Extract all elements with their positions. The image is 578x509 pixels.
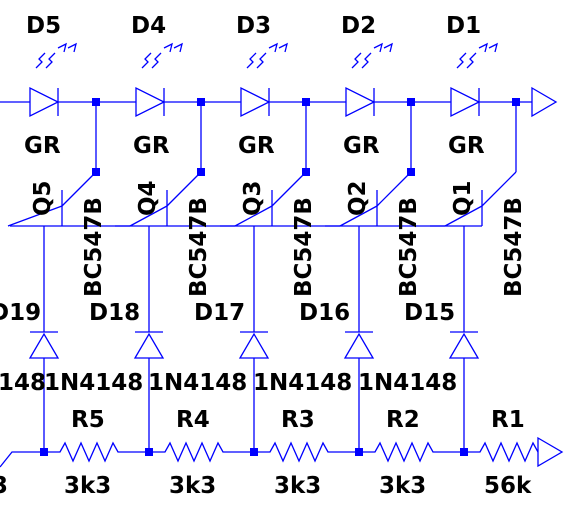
led-d4 [135, 42, 183, 118]
led-name: D1 [446, 13, 481, 39]
transistor-name: Q1 [450, 180, 476, 216]
led-name: D5 [26, 13, 61, 39]
junction-dot [355, 448, 363, 456]
led-value: GR [24, 133, 61, 159]
transistor-name: Q3 [240, 180, 266, 216]
diode-name: D16 [299, 300, 350, 326]
resistor-name: R3 [281, 407, 315, 433]
led-value: GR [343, 133, 380, 159]
resistor-value: 3k3 [274, 473, 321, 499]
junction-dot [145, 448, 153, 456]
light-arrow-icon [351, 52, 362, 69]
transistor-name: Q2 [345, 180, 371, 216]
diode-name: D18 [89, 300, 140, 326]
resistor-r4 [149, 441, 254, 463]
transistor-q4 [115, 171, 235, 227]
led-d3 [240, 42, 288, 118]
led-value: GR [238, 133, 275, 159]
schematic-canvas: D5 D4 D3 D2 D1 GR GR GR GR GR Q5 Q4 Q3 Q… [0, 0, 578, 509]
led-value: GR [133, 133, 170, 159]
transistor-value: BC547B [396, 197, 422, 297]
junction-dot [460, 448, 468, 456]
diode-value: 1N4148 [253, 370, 352, 396]
resistor-r2 [359, 441, 464, 463]
diode-name: D17 [194, 300, 245, 326]
led-d1 [450, 42, 498, 118]
diode-name: D19 [0, 300, 41, 326]
resistor-value: 3k3 [379, 473, 426, 499]
light-arrow-icon [141, 52, 152, 69]
transistor-q5 [7, 171, 130, 227]
resistor-r1 [464, 441, 539, 463]
junction-dot [40, 448, 48, 456]
light-arrow-icon [246, 52, 257, 69]
led-d5 [29, 42, 77, 118]
light-arrow-icon [45, 52, 56, 69]
diode-value: 1N4148 [44, 370, 143, 396]
diode-value: 1N4148 [358, 370, 457, 396]
transistor-value: BC547B [291, 197, 317, 297]
resistor-value: 3k3 [64, 473, 111, 499]
led-name: D4 [131, 13, 166, 39]
resistor-name: R2 [386, 407, 420, 433]
transistor-q2 [325, 171, 445, 227]
transistor-value: BC547B [186, 197, 212, 297]
light-arrow-icon [466, 52, 477, 69]
diode-name: D15 [404, 300, 455, 326]
output-port-arrow-bottom [537, 436, 564, 468]
resistor-r3 [254, 441, 359, 463]
transistor-value: BC547B [501, 197, 527, 297]
light-arrow-icon [361, 52, 372, 69]
top-rail [0, 86, 558, 118]
schematic-drawing: D5 D4 D3 D2 D1 GR GR GR GR GR Q5 Q4 Q3 Q… [0, 13, 564, 499]
transistor-name: Q4 [135, 180, 161, 216]
light-arrow-icon [256, 52, 267, 69]
resistor-r5 [44, 441, 149, 463]
resistor-value-partial: 3 [0, 473, 8, 499]
output-port-arrow-top [531, 86, 558, 118]
transistor-q3 [220, 171, 340, 227]
resistor-value: 56k [484, 473, 532, 499]
transistor-name: Q5 [30, 180, 56, 216]
resistor-value: 3k3 [169, 473, 216, 499]
diode-value-partial: 148 [0, 370, 46, 396]
bottom-chain [0, 436, 564, 468]
led-value: GR [448, 133, 485, 159]
junction-dot [250, 448, 258, 456]
led-d2 [345, 42, 393, 118]
resistor-name: R5 [71, 407, 105, 433]
transistor-value: BC547B [81, 197, 107, 297]
led-name: D3 [236, 13, 271, 39]
resistor-name: R4 [176, 407, 210, 433]
diode-value: 1N4148 [148, 370, 247, 396]
led-name: D2 [341, 13, 376, 39]
light-arrow-icon [151, 52, 162, 69]
resistor-name: R1 [491, 407, 525, 433]
light-arrow-icon [456, 52, 467, 69]
light-arrow-icon [35, 52, 46, 69]
